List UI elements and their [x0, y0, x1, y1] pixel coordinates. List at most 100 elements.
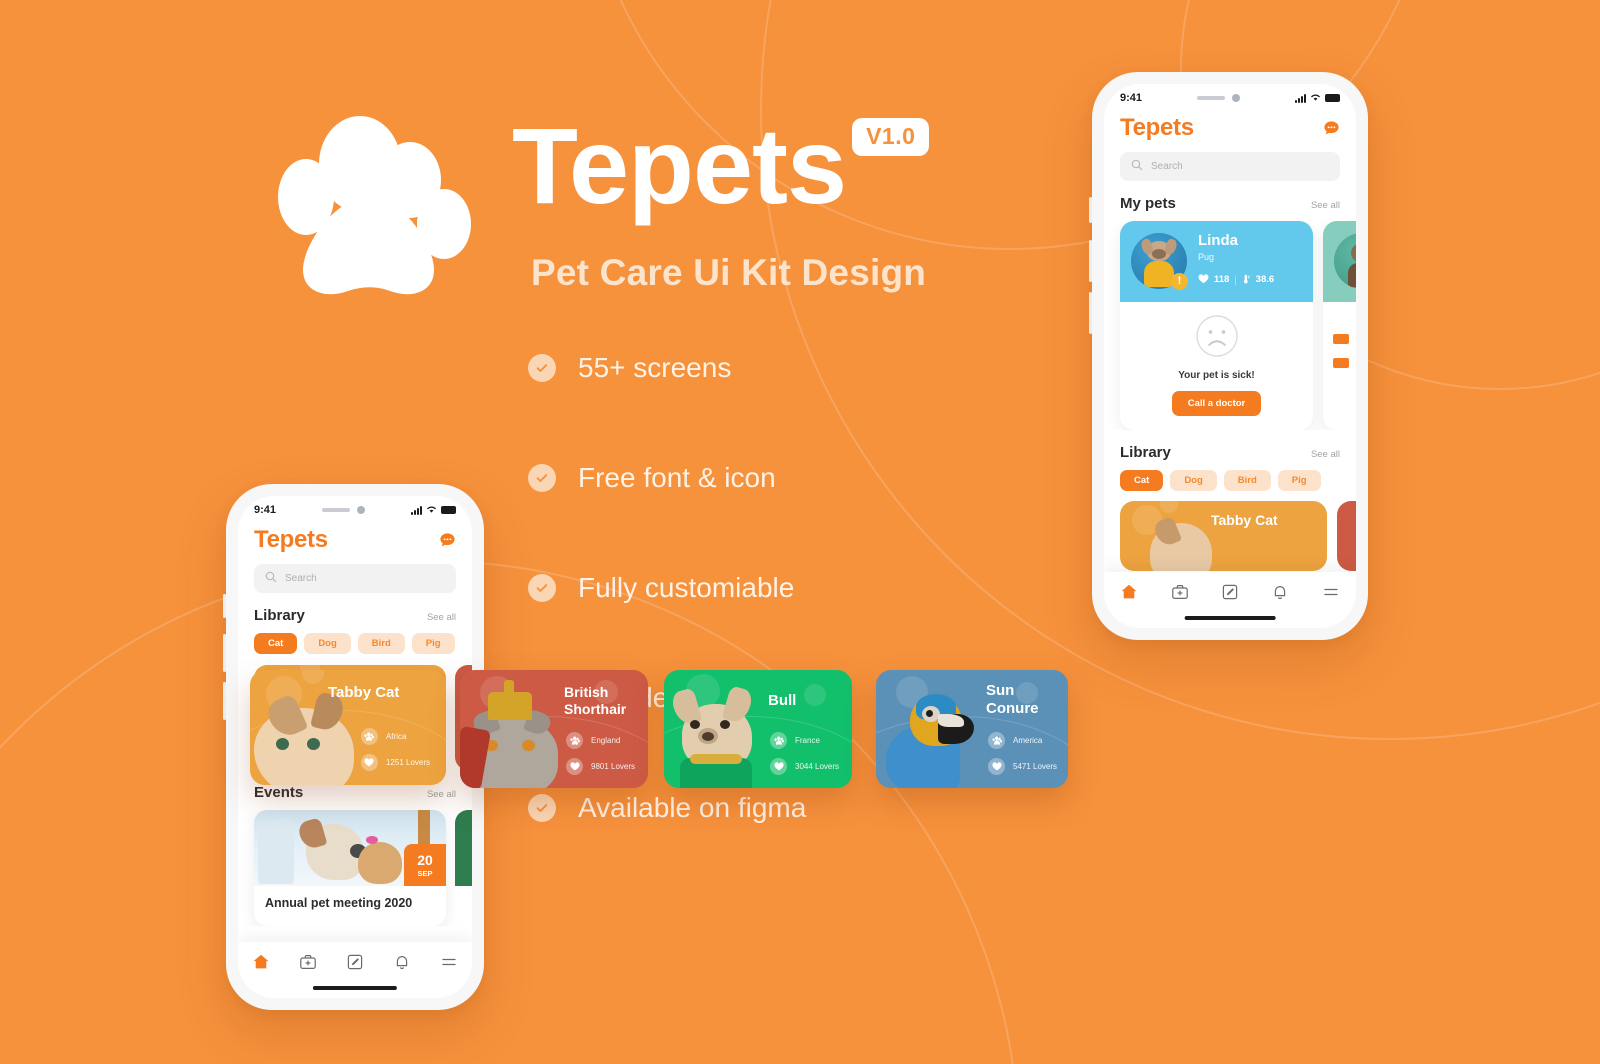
see-all-link[interactable]: See all [427, 612, 456, 623]
cellular-icon [1295, 93, 1306, 103]
breed-title: Bull [768, 692, 797, 709]
library-row[interactable]: Tabby Cat [1104, 491, 1356, 571]
front-camera [1232, 94, 1241, 102]
see-all-link[interactable]: See all [1311, 449, 1340, 460]
breed-meta: England 9801 Lovers [566, 732, 635, 775]
status-time: 9:41 [254, 504, 277, 516]
category-chips[interactable]: Cat Dog Bird Pig [1104, 470, 1356, 491]
phone-volume-up-button [223, 634, 226, 672]
paw-icon [566, 732, 583, 749]
medkit-icon[interactable] [1171, 583, 1189, 606]
phone-volume-down-button [1089, 292, 1092, 334]
chip-dog[interactable]: Dog [1170, 470, 1217, 491]
edit-note-icon[interactable] [1221, 583, 1239, 606]
battery-icon [441, 506, 456, 514]
pet-temperature: 38.6 [1255, 274, 1275, 286]
chip-dog[interactable]: Dog [304, 633, 351, 654]
search-placeholder: Search [1151, 161, 1183, 172]
category-chips[interactable]: Cat Dog Bird Pig [238, 633, 472, 654]
call-a-doctor-button[interactable]: Call a doctor [1171, 391, 1262, 416]
feature-label: Fully customiable [578, 571, 795, 603]
bell-icon[interactable] [393, 953, 411, 976]
pet-card-header [1323, 221, 1356, 302]
breed-card-bull[interactable]: Bull France 3044 Lovers [664, 670, 852, 788]
bell-icon[interactable] [1271, 583, 1289, 606]
menu-icon[interactable] [1322, 583, 1340, 606]
sad-face-icon [1120, 314, 1313, 363]
breed-card-tabby-cat[interactable]: Tabby Cat Africa 1251 Lovers [250, 670, 446, 785]
see-all-link[interactable]: See all [1311, 200, 1340, 211]
pet-card-body: Li [1323, 302, 1356, 382]
breed-card-british-shorthair[interactable]: British Shorthair England 9801 Lovers [460, 670, 648, 788]
edit-note-icon[interactable] [346, 953, 364, 976]
library-card-next[interactable] [1337, 501, 1356, 571]
origin-row: Africa [360, 728, 430, 745]
status-icons [1295, 89, 1340, 107]
breed-card-sun-conure[interactable]: Sun Conure America 5471 Lovers [876, 670, 1068, 788]
notch-hardware [1197, 94, 1241, 102]
home-icon[interactable] [252, 953, 270, 976]
pet-card-linda[interactable]: ! Linda Pug 118 | 38.6 Your pet is sick!… [1120, 221, 1313, 430]
menu-icon[interactable] [440, 953, 458, 976]
phone-screen-right: 9:41 Tepets Search My pets See all ! Lin… [1104, 84, 1356, 628]
pet-card-header: ! Linda Pug 118 | 38.6 [1120, 221, 1313, 302]
chip-pig[interactable]: Pig [411, 633, 455, 654]
lovers-row: 9801 Lovers [566, 758, 635, 775]
status-time: 9:41 [1120, 92, 1143, 104]
health-card-body: Your pet is sick! Call a doctor [1120, 302, 1313, 430]
origin-row: America [988, 732, 1057, 749]
phone-volume-down-button [223, 682, 226, 720]
feature-item: Fully customiable [528, 560, 830, 615]
heart-icon [988, 758, 1005, 775]
feature-label: Available on figma [578, 791, 807, 823]
heart-icon [360, 754, 378, 771]
chip-bird[interactable]: Bird [357, 633, 405, 654]
my-pets-row[interactable]: ! Linda Pug 118 | 38.6 Your pet is sick!… [1104, 221, 1356, 430]
see-all-link[interactable]: See all [427, 789, 456, 800]
library-card-tabby-cat[interactable]: Tabby Cat [1120, 501, 1327, 571]
pet-name: Linda [1198, 232, 1238, 250]
section-header-library: Library See all [238, 593, 472, 633]
event-card-next[interactable] [455, 810, 472, 926]
chip-bird[interactable]: Bird [1223, 470, 1271, 491]
search-input[interactable]: Search [1120, 152, 1340, 181]
chat-bubble-icon[interactable] [439, 532, 456, 549]
section-title: My pets [1120, 195, 1176, 212]
breed-title: British Shorthair [564, 684, 627, 718]
feature-label: Free font & icon [578, 461, 776, 493]
library-card-title: Tabby Cat [1211, 512, 1278, 528]
section-title: Library [254, 607, 305, 624]
home-indicator [1184, 616, 1276, 620]
pet-card-secondary[interactable]: Li [1323, 221, 1356, 430]
origin-row: France [770, 732, 839, 749]
medkit-icon[interactable] [299, 953, 317, 976]
lovers-row: 5471 Lovers [988, 758, 1057, 775]
search-input[interactable]: Search [254, 564, 456, 593]
brand-title-row: Tepets V1.0 [512, 112, 930, 220]
search-placeholder: Search [285, 573, 317, 584]
chip-cat[interactable]: Cat [254, 633, 298, 654]
lovers-label: 3044 Lovers [795, 762, 840, 771]
chat-bubble-icon[interactable] [1323, 120, 1340, 137]
check-circle-icon [528, 793, 556, 822]
chip-pig[interactable]: Pig [1277, 470, 1321, 491]
avatar: ! [1131, 233, 1188, 290]
pet-info: Linda Pug 118 | 38.6 [1198, 233, 1302, 289]
battery-icon [1325, 94, 1340, 102]
heart-icon [770, 758, 787, 775]
breed-meta: America 5471 Lovers [988, 732, 1057, 775]
event-card[interactable]: 20 SEP Annual pet meeting 2020 [254, 810, 446, 926]
notch-hardware [322, 506, 366, 514]
avatar [1334, 233, 1356, 289]
events-row[interactable]: 20 SEP Annual pet meeting 2020 [238, 810, 472, 926]
cellular-icon [411, 505, 422, 515]
breed-title: Tabby Cat [328, 684, 400, 701]
warning-icon: ! [1171, 273, 1188, 290]
section-title: Events [254, 784, 304, 801]
home-icon[interactable] [1120, 583, 1138, 606]
feature-item: 55+ screens [528, 340, 830, 395]
chip-cat[interactable]: Cat [1120, 470, 1164, 491]
breed-title: Sun Conure [986, 682, 1039, 718]
